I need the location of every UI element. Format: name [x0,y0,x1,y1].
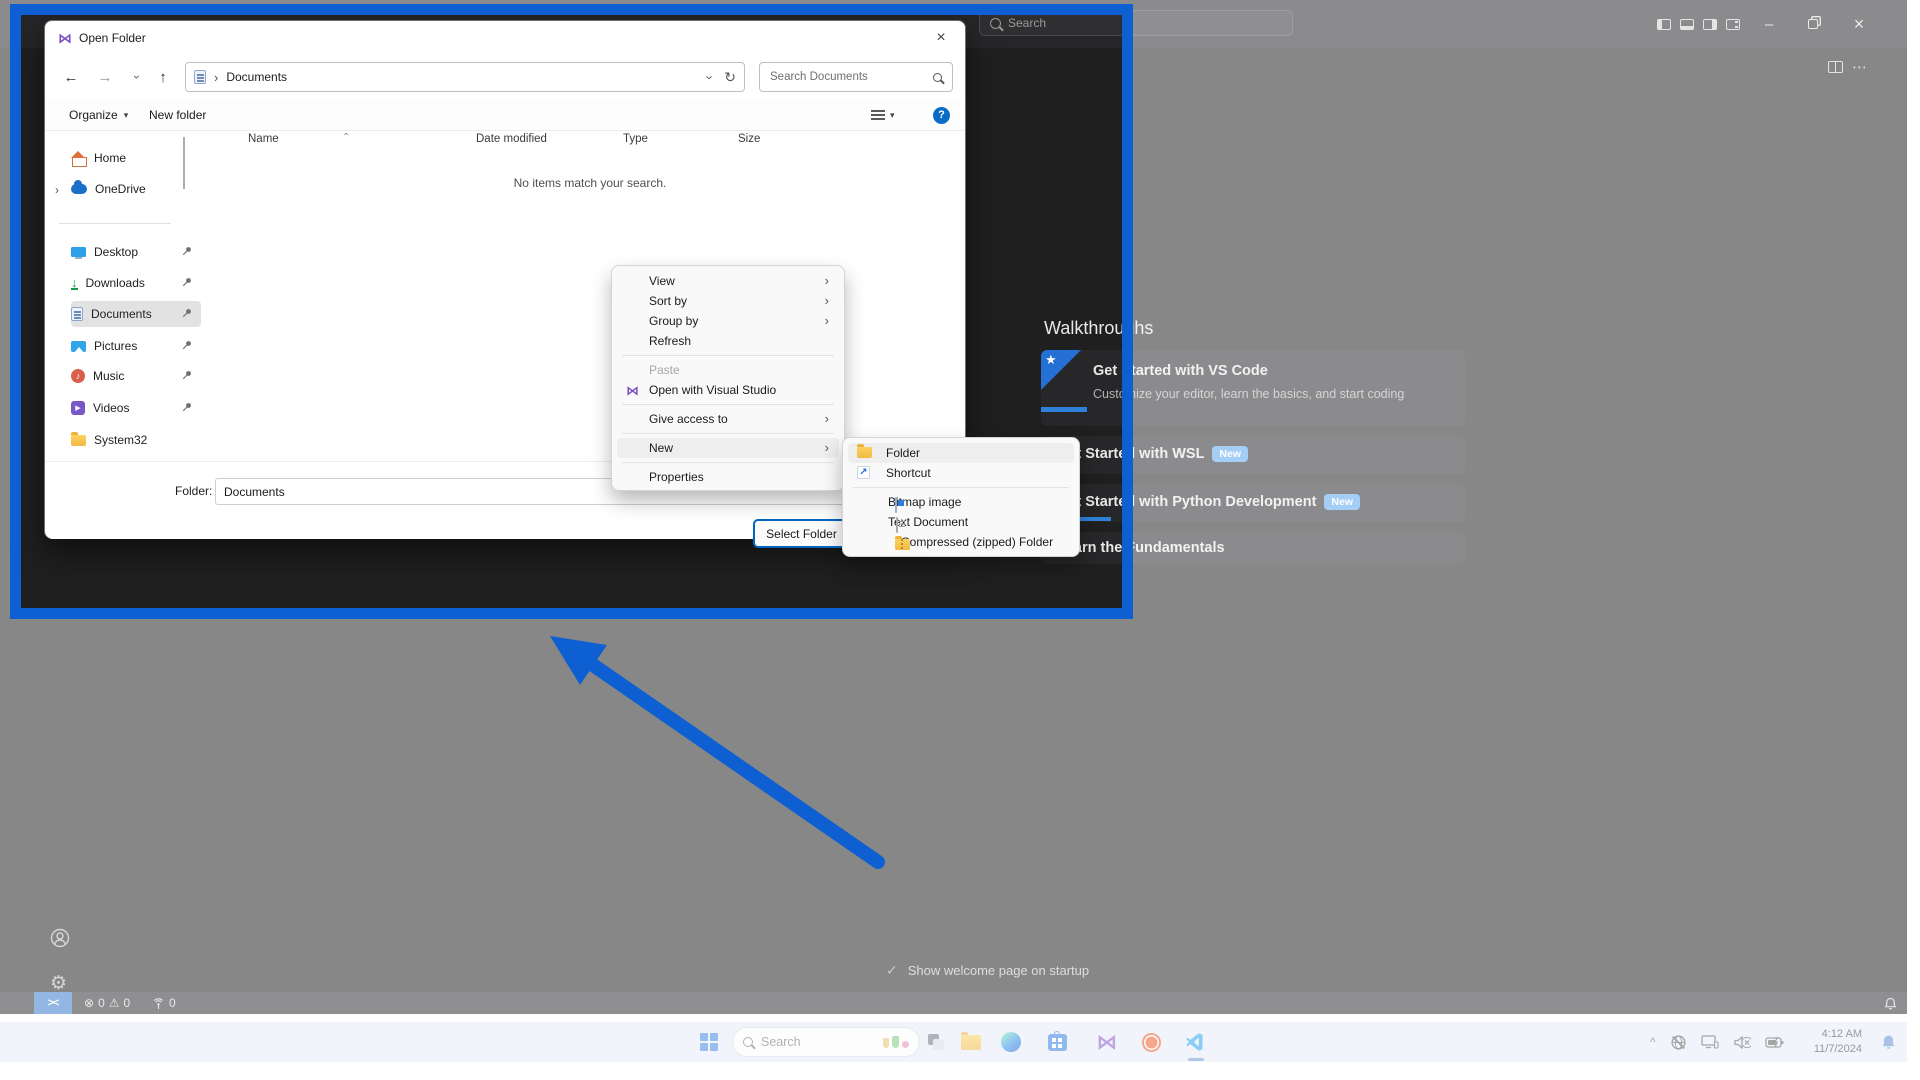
screen: – × ⋯ Walkthroughs ★ Get Started with VS… [0,0,1920,1080]
dim-overlay-right [1122,15,1907,608]
annotation-highlight-rectangle [10,4,1133,619]
dim-overlay-bottom [0,608,1907,1062]
